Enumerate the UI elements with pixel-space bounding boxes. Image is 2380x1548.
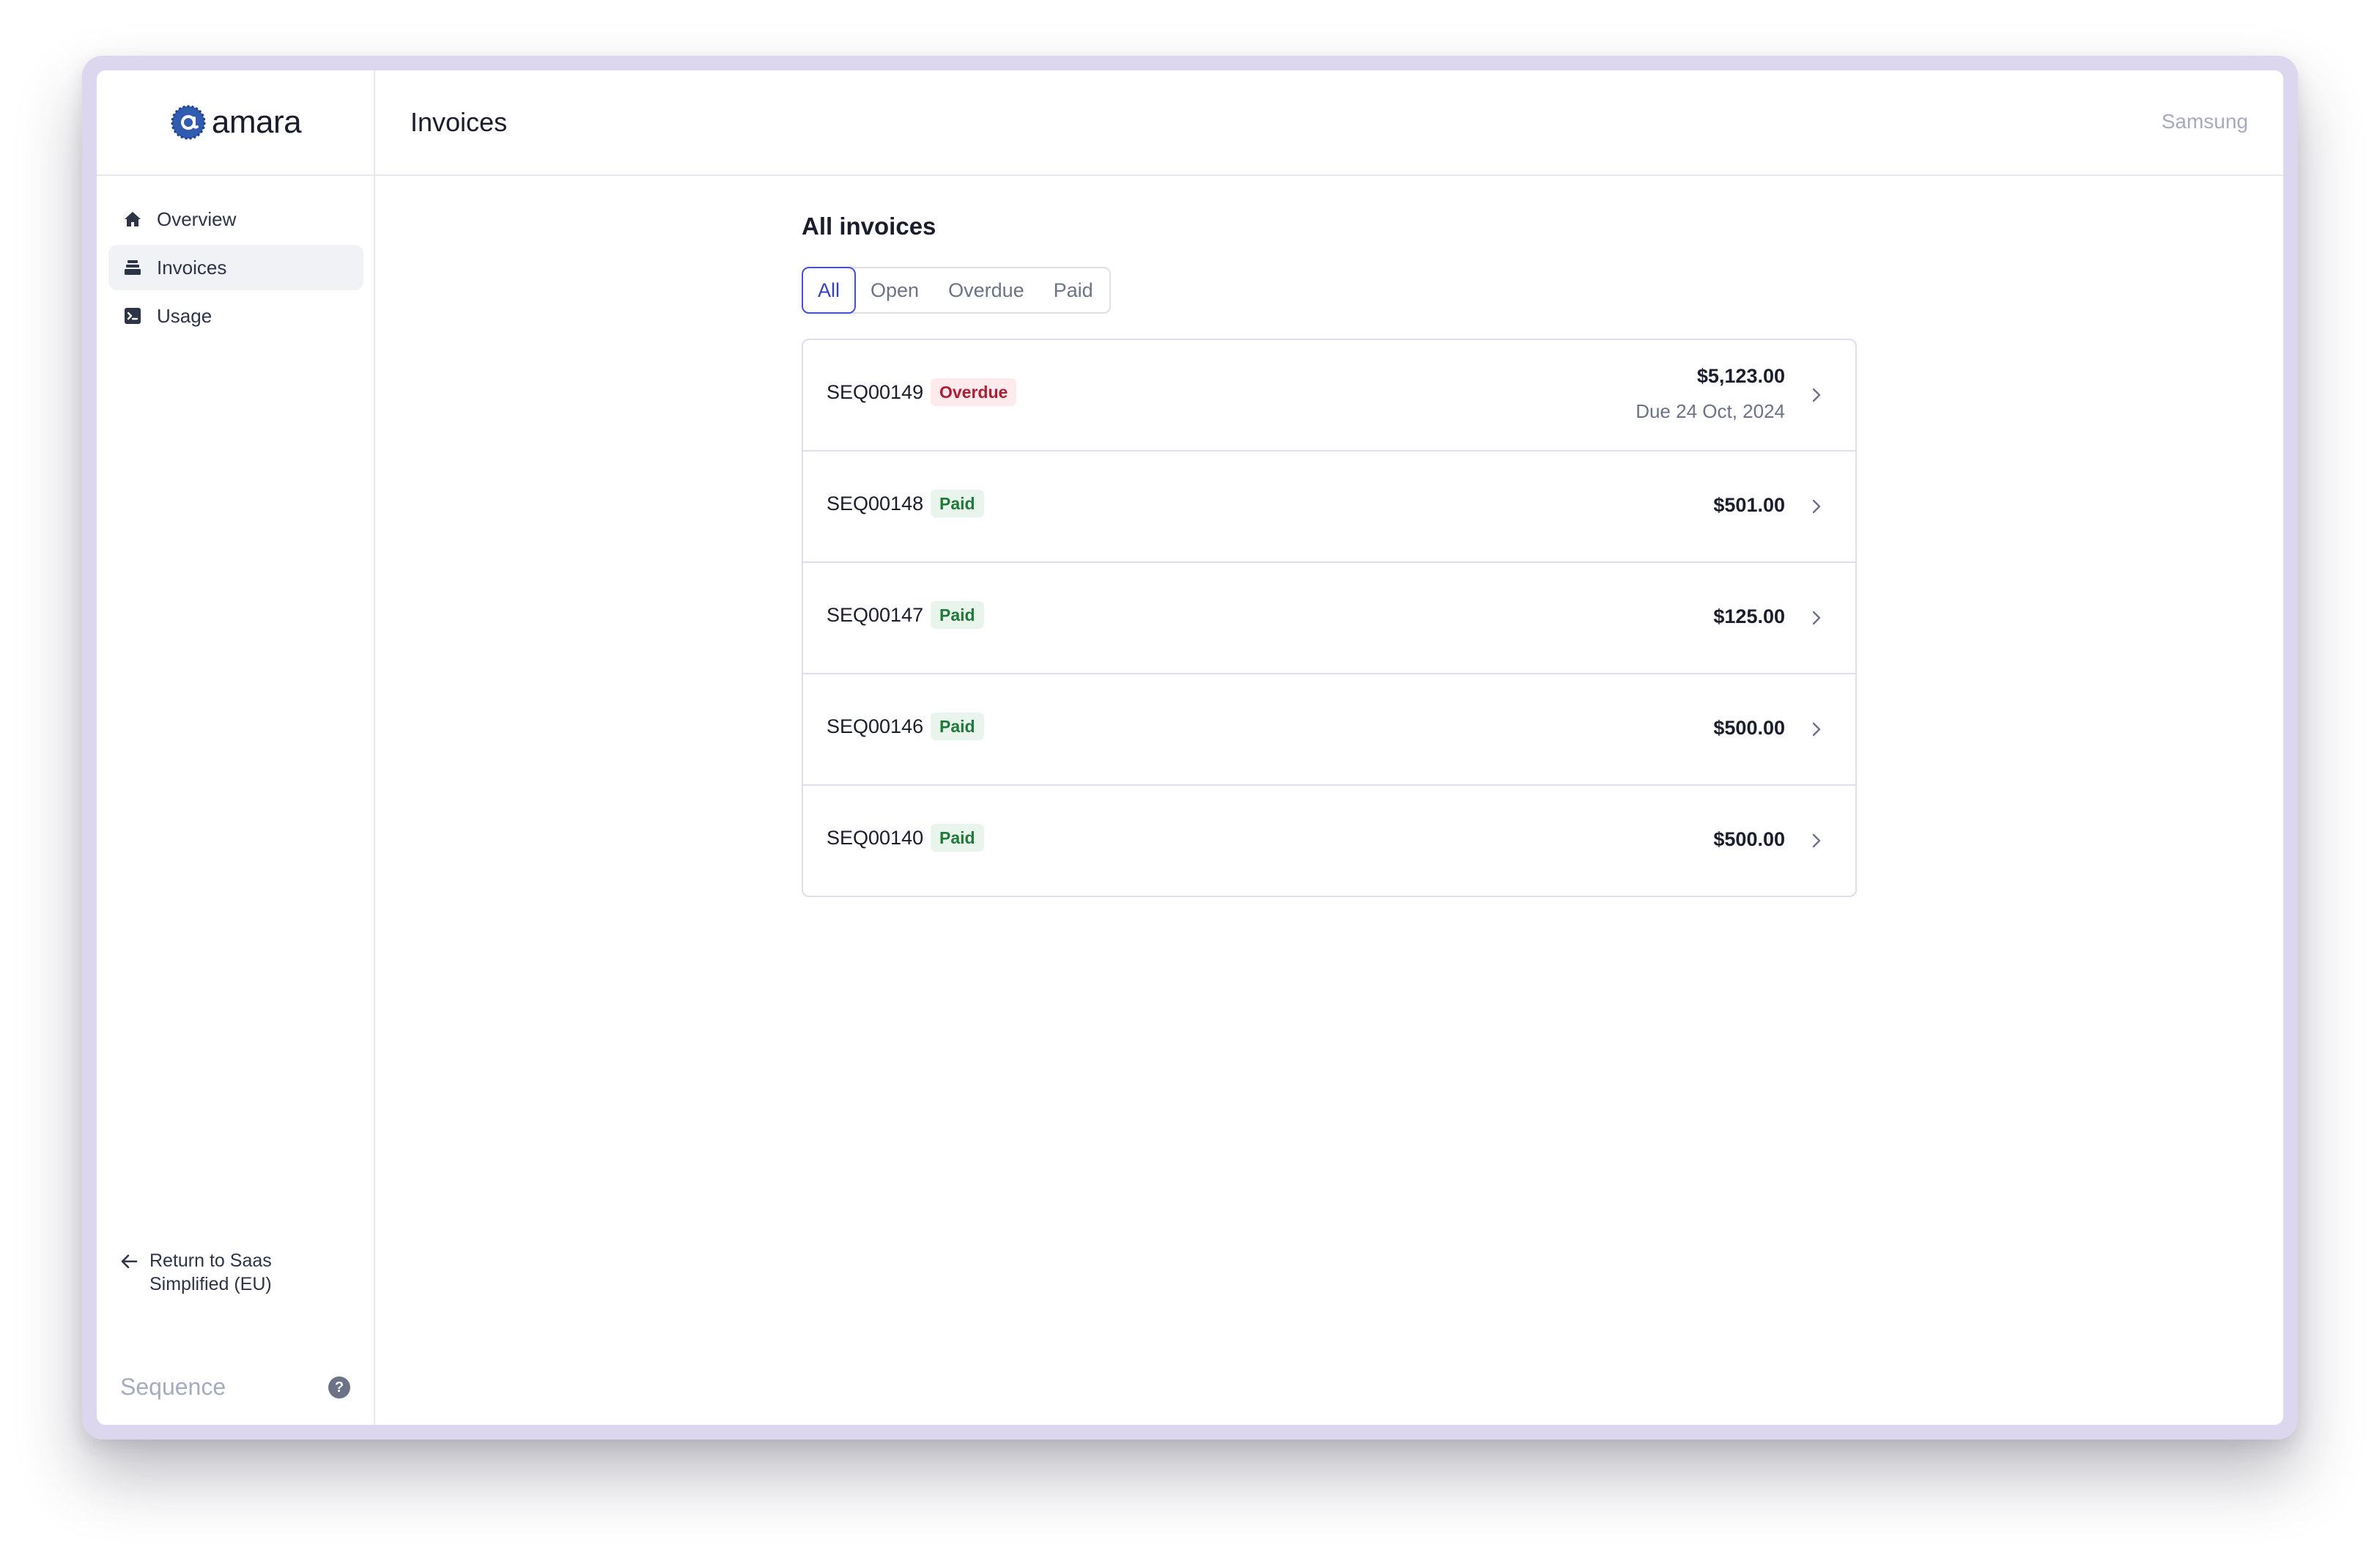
invoice-row[interactable]: SEQ00140 Paid $500.00 xyxy=(803,786,1855,896)
return-line-2: Simplified (EU) xyxy=(149,1274,272,1294)
chevron-right-icon xyxy=(1812,722,1821,737)
invoice-amount: $125.00 xyxy=(1713,605,1785,627)
invoice-id: SEQ00149 xyxy=(827,381,924,403)
terminal-icon xyxy=(125,308,141,324)
invoice-id: SEQ00147 xyxy=(827,604,924,626)
sidebar-item-label: Invoices xyxy=(157,256,227,279)
tab-open[interactable]: Open xyxy=(856,268,934,312)
app-window: amara Overview Invoices Usage Return to … xyxy=(97,70,2283,1425)
sidebar-item-label: Overview xyxy=(157,207,237,230)
invoice-id: SEQ00140 xyxy=(827,827,924,849)
invoice-row[interactable]: SEQ00148 Paid $501.00 xyxy=(803,452,1855,563)
status-badge: Paid xyxy=(931,490,984,517)
chevron-right-icon xyxy=(1812,388,1821,402)
invoice-amount: $501.00 xyxy=(1713,494,1785,516)
main-content: All invoices All Open Overdue Paid SEQ00… xyxy=(375,176,2283,1425)
chevron-right-icon xyxy=(1812,499,1821,514)
invoice-amount: $500.00 xyxy=(1713,828,1785,850)
organization-name: Samsung xyxy=(2161,110,2248,133)
amara-logo-icon xyxy=(171,105,206,140)
invoice-row[interactable]: SEQ00146 Paid $500.00 xyxy=(803,674,1855,786)
return-line-1: Return to Saas xyxy=(149,1250,272,1271)
invoice-due-date: Due 24 Oct, 2024 xyxy=(1636,400,1785,422)
tab-overdue[interactable]: Overdue xyxy=(934,268,1039,312)
return-link-text: Return to Saas Simplified (EU) xyxy=(149,1249,272,1296)
status-badge: Overdue xyxy=(931,378,1017,406)
invoice-amount: $5,123.00 xyxy=(1696,365,1785,387)
invoice-stack-icon xyxy=(125,260,141,275)
sidebar-item-label: Usage xyxy=(157,304,212,327)
invoice-list: SEQ00149 Overdue $5,123.00 Due 24 Oct, 2… xyxy=(802,339,1857,897)
tab-all[interactable]: All xyxy=(802,267,857,314)
sidebar-item-invoices[interactable]: Invoices xyxy=(108,245,363,290)
status-badge: Paid xyxy=(931,601,984,629)
logo[interactable]: amara xyxy=(97,70,375,176)
sidebar: amara Overview Invoices Usage Return to … xyxy=(97,70,375,1425)
sidebar-nav: Overview Invoices Usage xyxy=(108,196,363,342)
page-title: Invoices xyxy=(410,107,508,137)
status-badge: Paid xyxy=(931,712,984,740)
tab-paid[interactable]: Paid xyxy=(1039,268,1108,312)
logo-text: amara xyxy=(211,104,302,140)
section-title: All invoices xyxy=(802,213,936,240)
status-badge: Paid xyxy=(931,824,984,852)
invoice-id: SEQ00146 xyxy=(827,715,924,737)
invoice-id: SEQ00148 xyxy=(827,493,924,515)
sidebar-item-usage[interactable]: Usage xyxy=(108,293,363,339)
sidebar-item-overview[interactable]: Overview xyxy=(108,196,363,242)
chevron-right-icon xyxy=(1812,611,1821,625)
home-icon xyxy=(125,212,141,226)
desktop-background: amara Overview Invoices Usage Return to … xyxy=(0,0,2380,1548)
arrow-left-icon xyxy=(121,1254,138,1269)
invoice-amount: $500.00 xyxy=(1713,717,1785,739)
help-icon[interactable]: ? xyxy=(328,1376,350,1398)
return-link[interactable]: Return to Saas Simplified (EU) xyxy=(120,1249,355,1296)
top-bar: Invoices Samsung xyxy=(375,70,2283,176)
status-filter-tabs: All Open Overdue Paid xyxy=(802,267,1111,314)
invoice-row[interactable]: SEQ00149 Overdue $5,123.00 Due 24 Oct, 2… xyxy=(803,340,1855,452)
chevron-right-icon xyxy=(1812,833,1821,848)
invoice-row[interactable]: SEQ00147 Paid $125.00 xyxy=(803,563,1855,674)
footer-brand: Sequence xyxy=(120,1374,226,1400)
